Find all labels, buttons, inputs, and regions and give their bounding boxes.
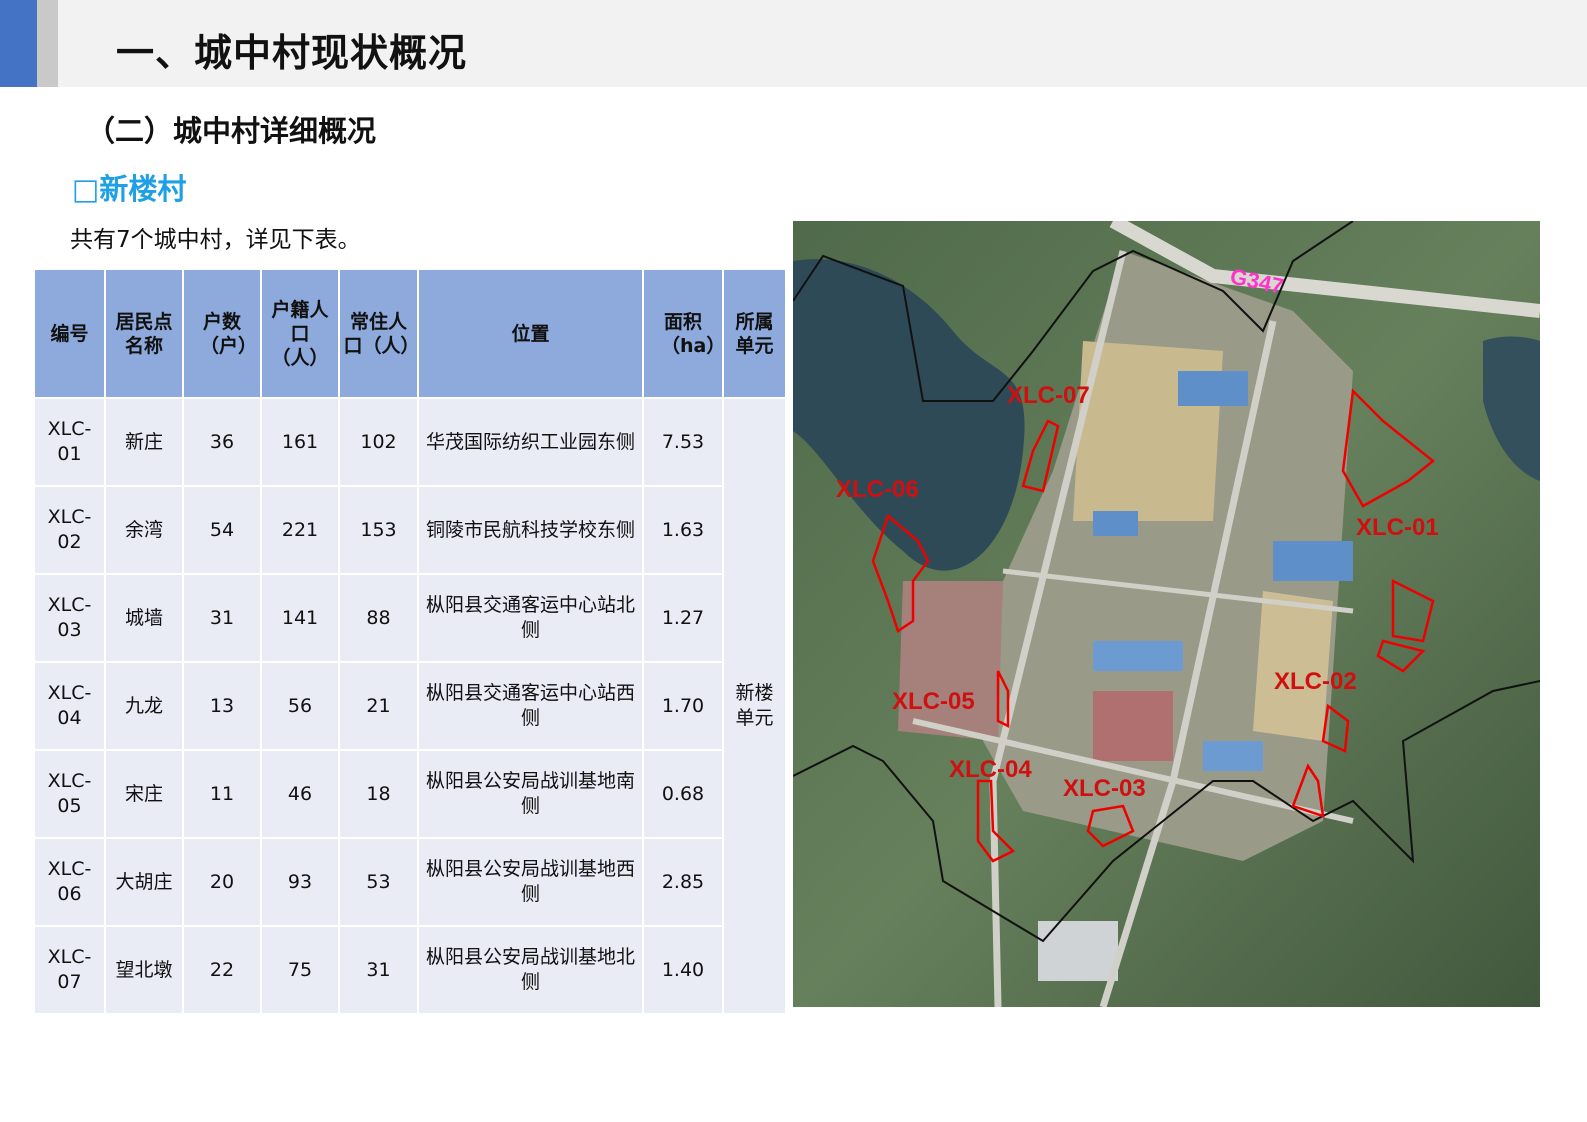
map-building (1093, 511, 1138, 536)
cell-id: XLC-03 (33, 573, 106, 663)
map-label-xlc06: XLC-06 (836, 476, 919, 503)
map-label-xlc03: XLC-03 (1063, 775, 1146, 802)
cell-registered: 93 (260, 837, 340, 927)
table-header-row: 编号 居民点名称 户数（户） 户籍人口（人） 常住人口（人） 位置 面积（ha）… (33, 268, 787, 399)
map-label-xlc01: XLC-01 (1356, 514, 1439, 541)
cell-location: 枞阳县公安局战训基地西侧 (417, 837, 644, 927)
intro-text: 共有7个城中村，详见下表。 (70, 227, 361, 253)
cell-name: 余湾 (104, 485, 184, 575)
map-label-xlc04: XLC-04 (949, 756, 1032, 783)
cell-households: 54 (182, 485, 262, 575)
map-building (1038, 921, 1118, 981)
cell-registered: 56 (260, 661, 340, 751)
cell-resident: 31 (338, 925, 419, 1015)
cell-name: 望北墩 (104, 925, 184, 1015)
map-building (1178, 371, 1248, 406)
villages-table: 编号 居民点名称 户数（户） 户籍人口（人） 常住人口（人） 位置 面积（ha）… (33, 268, 787, 1015)
map-building (1093, 641, 1183, 671)
table-row: XLC-01 新庄 36 161 102 华茂国际纺织工业园东侧 7.53 新楼… (33, 397, 787, 1015)
cell-area: 1.40 (642, 925, 724, 1015)
cell-resident: 53 (338, 837, 419, 927)
section-title: （二）城中村详细概况 (86, 114, 377, 148)
map-label-xlc02: XLC-02 (1274, 668, 1357, 695)
cell-households: 31 (182, 573, 262, 663)
cell-registered: 221 (260, 485, 340, 575)
cell-area: 0.68 (642, 749, 724, 839)
satellite-map: G347 XLC-07 XLC-06 XLC-01 XLC-05 XLC-02 … (793, 221, 1540, 1007)
cell-area: 2.85 (642, 837, 724, 927)
cell-resident: 153 (338, 485, 419, 575)
cell-resident: 102 (338, 397, 419, 487)
cell-id: XLC-01 (33, 397, 106, 487)
cell-households: 36 (182, 397, 262, 487)
cell-name: 新庄 (104, 397, 184, 487)
cell-area: 1.63 (642, 485, 724, 575)
cell-unit: 新楼单元 (722, 397, 787, 1015)
header-id: 编号 (33, 268, 106, 399)
cell-id: XLC-04 (33, 661, 106, 751)
cell-resident: 88 (338, 573, 419, 663)
cell-location: 枞阳县交通客运中心站西侧 (417, 661, 644, 751)
cell-area: 1.70 (642, 661, 724, 751)
cell-registered: 141 (260, 573, 340, 663)
cell-id: XLC-02 (33, 485, 106, 575)
cell-resident: 18 (338, 749, 419, 839)
cell-registered: 75 (260, 925, 340, 1015)
page-title: 一、城中村现状概况 (116, 31, 468, 75)
cell-location: 铜陵市民航科技学校东侧 (417, 485, 644, 575)
header-name: 居民点名称 (104, 268, 184, 399)
cell-registered: 46 (260, 749, 340, 839)
header-location: 位置 (417, 268, 644, 399)
header-accent-blue (0, 0, 37, 87)
cell-location: 枞阳县交通客运中心站北侧 (417, 573, 644, 663)
table-row: XLC-07 望北墩 22 75 31 枞阳县公安局战训基地北侧 1.40 (33, 925, 786, 1015)
cell-name: 宋庄 (104, 749, 184, 839)
cell-location: 枞阳县公安局战训基地南侧 (417, 749, 644, 839)
header-unit: 所属单元 (722, 268, 787, 399)
map-building (1203, 741, 1263, 771)
table-row: XLC-06 大胡庄 20 93 53 枞阳县公安局战训基地西侧 2.85 (33, 837, 786, 927)
cell-households: 20 (182, 837, 262, 927)
map-label-xlc07: XLC-07 (1007, 382, 1090, 409)
header-households: 户数（户） (182, 268, 262, 399)
table-row: XLC-02 余湾 54 221 153 铜陵市民航科技学校东侧 1.63 (33, 485, 786, 575)
table-row: XLC-05 宋庄 11 46 18 枞阳县公安局战训基地南侧 0.68 (33, 749, 786, 839)
cell-households: 22 (182, 925, 262, 1015)
header-area: 面积（ha） (642, 268, 725, 399)
map-building (1093, 691, 1173, 761)
cell-name: 九龙 (104, 661, 184, 751)
cell-registered: 161 (260, 397, 340, 487)
cell-id: XLC-05 (33, 749, 106, 839)
village-title: □新楼村 (72, 172, 187, 206)
cell-id: XLC-07 (33, 925, 106, 1015)
table-row: XLC-03 城墙 31 141 88 枞阳县交通客运中心站北侧 1.27 (33, 573, 786, 663)
cell-area: 7.53 (642, 397, 724, 487)
cell-name: 城墙 (104, 573, 184, 663)
map-label-xlc05: XLC-05 (892, 688, 975, 715)
cell-households: 13 (182, 661, 262, 751)
header-registered: 户籍人口（人） (260, 268, 340, 399)
cell-households: 11 (182, 749, 262, 839)
cell-id: XLC-06 (33, 837, 106, 927)
cell-location: 华茂国际纺织工业园东侧 (417, 397, 644, 487)
map-building (1273, 541, 1353, 581)
header-resident: 常住人口（人） (338, 268, 420, 399)
cell-area: 1.27 (642, 573, 724, 663)
header-accent-grey (37, 0, 58, 87)
cell-resident: 21 (338, 661, 419, 751)
cell-location: 枞阳县公安局战训基地北侧 (417, 925, 644, 1015)
table-row: XLC-04 九龙 13 56 21 枞阳县交通客运中心站西侧 1.70 (33, 661, 786, 751)
cell-name: 大胡庄 (104, 837, 184, 927)
map-industrial-block (1253, 591, 1333, 741)
